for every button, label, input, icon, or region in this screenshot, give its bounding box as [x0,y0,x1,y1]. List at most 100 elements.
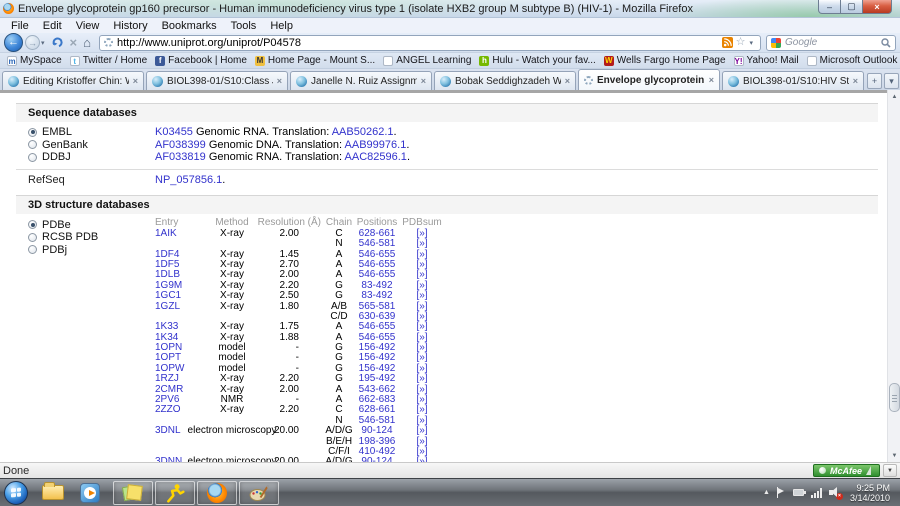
menu-view[interactable]: View [69,20,107,32]
home-button[interactable]: ⌂ [83,36,91,49]
scroll-down-button[interactable]: ▼ [888,449,900,462]
tab-close-icon[interactable]: × [709,75,714,85]
menu-bookmarks[interactable]: Bookmarks [155,20,224,32]
radio-option-structdb-pdbe[interactable]: PDBe [28,218,155,231]
bookmark-facebook-home[interactable]: fFacebook | Home [151,55,251,66]
rss-icon[interactable] [722,37,733,48]
radio-option-structdb-rcsb-pdb[interactable]: RCSB PDB [28,231,155,244]
radio-button[interactable] [28,140,37,149]
pdb-positions-link[interactable]: 90-124 [361,457,392,462]
search-magnifier-icon[interactable] [881,38,891,48]
url-dropdown-icon[interactable]: ▾ [749,39,753,47]
back-button[interactable]: ← [4,33,23,52]
tab-janelle-n-ruiz-assignment-8[interactable]: Janelle N. Ruiz Assignment 8 -...× [290,71,432,90]
radio-button[interactable] [28,233,37,242]
bookmark-home-page-mount-s[interactable]: MHome Page - Mount S... [251,55,379,66]
radio-option-structdb-pdbj[interactable]: PDBj [28,244,155,257]
forward-button[interactable]: → [25,35,40,50]
pdb-entry-link[interactable]: 1AIK [155,229,203,239]
media-player-taskbar-icon[interactable] [80,483,100,503]
accession-link[interactable]: AAC82596.1 [345,151,407,163]
tab-close-icon[interactable]: × [565,76,570,86]
pdb-entry-link[interactable]: 1GZL [155,302,203,312]
sticky-notes-taskbar-button[interactable] [113,481,153,505]
menu-edit[interactable]: Edit [36,20,69,32]
search-placeholder[interactable]: Google [785,37,877,48]
start-button[interactable] [4,481,28,505]
new-tab-button[interactable]: + [867,73,882,89]
tab-envelope-glycoprotein-gp16[interactable]: Envelope glycoprotein gp16...× [578,69,720,90]
search-box[interactable]: Google [766,35,896,51]
system-tray: ▲ × 9:25 PM 3/14/2010 [763,483,896,503]
taskbar-clock[interactable]: 9:25 PM 3/14/2010 [850,483,890,503]
pdb-table-row: 1RZJX-ray2.20G195-492[»] [155,374,900,384]
radio-button[interactable] [28,220,37,229]
bookmark-yahoo-mail[interactable]: Y!Yahoo! Mail [730,55,803,66]
bookmark-angel-learning[interactable]: ANGEL Learning [379,55,475,66]
tab-biol398-01-s10-class-journal[interactable]: BIOL398-01/S10:Class Journal ...× [146,71,288,90]
firefox-taskbar-button[interactable] [197,481,237,505]
history-dropdown-icon[interactable]: ▾ [41,39,45,47]
refresh-button[interactable] [51,36,64,49]
url-text[interactable]: http://www.uniprot.org/uniprot/P04578 [117,37,718,49]
action-center-flag-icon[interactable] [777,487,786,498]
aim-taskbar-button[interactable] [155,481,195,505]
tab-close-icon[interactable]: × [853,76,858,86]
explorer-taskbar-icon[interactable] [42,485,64,500]
bookmark-label: Wells Fargo Home Page [617,55,726,66]
minimize-button[interactable]: – [818,0,841,14]
pdb-entry-link[interactable]: 2ZZO [155,405,203,415]
menu-tools[interactable]: Tools [224,20,264,32]
radio-option-seqdb-embl[interactable]: EMBL [28,126,155,139]
tab-biol398-01-s10-hiv-structure[interactable]: BIOL398-01/S10:HIV Structure...× [722,71,864,90]
db-entry-text: Genomic RNA. Translation: [206,151,345,163]
network-signal-icon[interactable] [811,488,822,498]
pdbsum-link[interactable]: [»] [416,291,427,301]
pdbsum-link[interactable]: [»] [416,457,427,462]
pdbsum-link[interactable]: [»] [416,239,427,249]
scroll-up-button[interactable]: ▲ [888,90,900,103]
bookmark-hulu-watch-your-fav[interactable]: hHulu - Watch your fav... [475,55,599,66]
accession-link[interactable]: AF038399 [155,139,206,151]
battery-icon[interactable] [793,489,804,496]
accession-link[interactable]: AAB99976.1 [345,139,407,151]
mcafee-siteadvisor-badge[interactable]: McAfee [813,464,880,477]
radio-button[interactable] [28,245,37,254]
bookmark-myspace[interactable]: mMySpace [3,55,66,66]
bookmark-twitter-home[interactable]: tTwitter / Home [66,55,151,66]
menu-help[interactable]: Help [263,20,300,32]
list-all-tabs-button[interactable]: ▾ [884,73,899,89]
pdb-entry-link[interactable]: 1GC1 [155,291,203,301]
menu-file[interactable]: File [4,20,36,32]
vertical-scrollbar[interactable]: ▲ ▼ [887,90,900,462]
bookmark-wells-fargo-home-page[interactable]: WWells Fargo Home Page [600,55,730,66]
section-header-3d-structure-databases: 3D structure databases [16,195,878,214]
paint-taskbar-button[interactable] [239,481,279,505]
radio-option-seqdb-ddbj[interactable]: DDBJ [28,151,155,164]
menu-history[interactable]: History [106,20,154,32]
volume-muted-icon[interactable]: × [829,487,841,498]
maximize-button[interactable]: ▢ [841,0,862,14]
stop-button[interactable]: × [70,36,78,49]
mcafee-dropdown-button[interactable]: ▼ [883,464,897,477]
accession-link[interactable]: AAB50262.1 [332,126,394,138]
tab-editing-kristoffer-chin-week[interactable]: Editing Kristoffer Chin: Week ...× [2,71,144,90]
url-bar[interactable]: http://www.uniprot.org/uniprot/P04578 ☆ … [99,35,761,51]
pdb-positions-link[interactable]: 546-581 [359,239,396,249]
bookmark-microsoft-outlook-we[interactable]: Microsoft Outlook We... [803,55,900,66]
show-hidden-icons-button[interactable]: ▲ [763,489,770,496]
radio-button[interactable] [28,128,37,137]
bookmark-star-icon[interactable]: ☆ [736,37,746,48]
tab-close-icon[interactable]: × [421,76,426,86]
accession-link[interactable]: K03455 [155,126,193,138]
tab-close-icon[interactable]: × [133,76,138,86]
tab-close-icon[interactable]: × [277,76,282,86]
close-button[interactable]: × [862,0,892,14]
accession-link[interactable]: NP_057856.1 [155,174,222,186]
pdb-positions-link[interactable]: 83-492 [361,291,392,301]
scrollbar-thumb[interactable] [889,383,900,412]
radio-option-seqdb-genbank[interactable]: GenBank [28,139,155,152]
accession-link[interactable]: AF033819 [155,151,206,163]
tab-bobak-seddighzadeh-week-8[interactable]: Bobak Seddighzadeh Week 8 ...× [434,71,576,90]
radio-button[interactable] [28,153,37,162]
